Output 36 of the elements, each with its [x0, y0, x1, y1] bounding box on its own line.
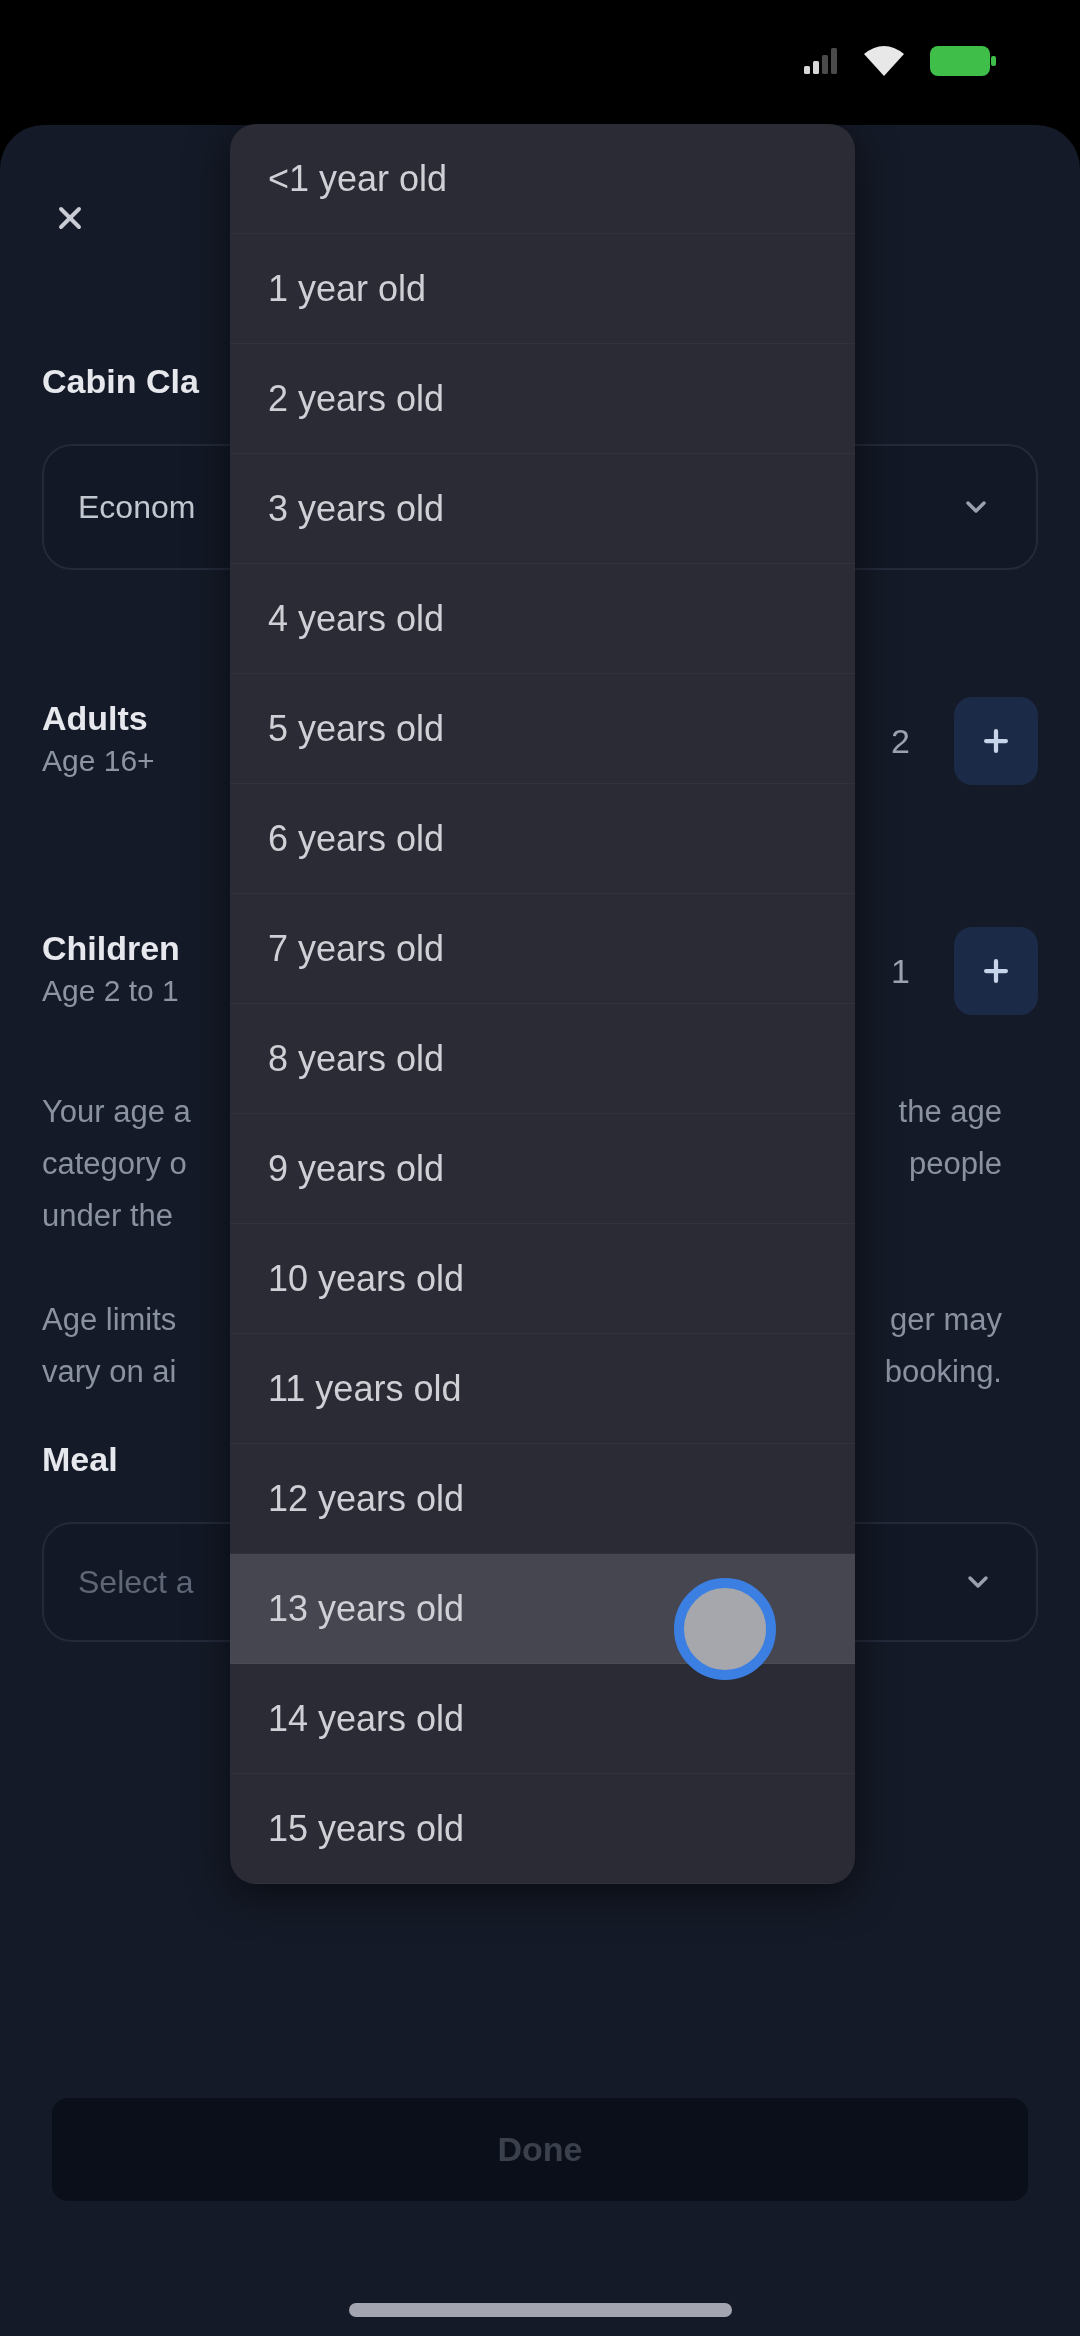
meal-label: Meal — [42, 1439, 118, 1479]
age-option[interactable]: 9 years old — [230, 1114, 855, 1224]
age-range-text: Age 2 to 1 — [42, 973, 179, 1009]
passenger-count: 2 — [891, 721, 910, 761]
age-option[interactable]: 2 years old — [230, 344, 855, 454]
info-text: vary on ai — [42, 1353, 177, 1391]
age-option[interactable]: 3 years old — [230, 454, 855, 564]
info-text: people — [908, 1145, 1002, 1183]
age-option[interactable]: 10 years old — [230, 1224, 855, 1334]
age-option[interactable]: 6 years old — [230, 784, 855, 894]
age-option[interactable]: 8 years old — [230, 1004, 855, 1114]
wifi-icon — [864, 45, 904, 76]
age-option[interactable]: 1 year old — [230, 234, 855, 344]
info-text: booking. — [884, 1353, 1002, 1391]
cellular-signal-icon — [804, 47, 838, 74]
info-text: category o — [42, 1145, 187, 1183]
add-button[interactable] — [954, 697, 1038, 785]
info-text: Your age a — [42, 1093, 191, 1131]
passenger-type-label: Adults — [42, 698, 148, 738]
age-option[interactable]: 7 years old — [230, 894, 855, 1004]
age-option[interactable]: 15 years old — [230, 1774, 855, 1884]
cabin-class-label: Cabin Cla — [42, 361, 199, 401]
add-button[interactable] — [954, 927, 1038, 1015]
age-option[interactable]: 5 years old — [230, 674, 855, 784]
info-text: under the — [42, 1197, 173, 1235]
touch-point-icon — [673, 1577, 777, 1681]
info-text: ger may — [890, 1301, 1002, 1339]
age-option[interactable]: 4 years old — [230, 564, 855, 674]
age-option[interactable]: <1 year old — [230, 124, 855, 234]
passenger-count: 1 — [891, 951, 910, 991]
info-text: the age — [898, 1093, 1002, 1131]
passenger-type-label: Children — [42, 928, 180, 968]
battery-icon — [930, 45, 996, 76]
age-range-text: Age 16+ — [42, 743, 155, 779]
info-text: Age limits — [42, 1301, 177, 1339]
age-option[interactable]: 11 years old — [230, 1334, 855, 1444]
